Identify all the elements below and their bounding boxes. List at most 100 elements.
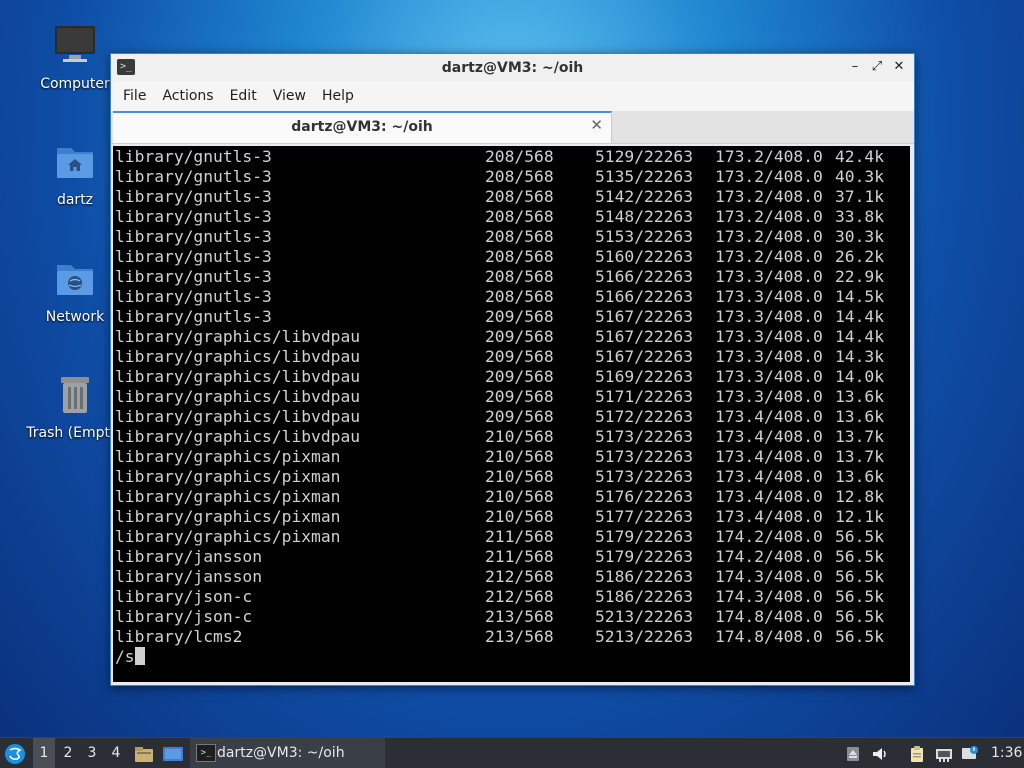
minimize-button[interactable]: –	[846, 58, 864, 76]
trash-icon	[61, 377, 89, 413]
terminal-package-count: 212/568	[485, 567, 554, 586]
terminal-size-progress: 174.2/408.0	[715, 527, 823, 546]
home-folder-icon	[57, 148, 93, 178]
terminal-line: library/jansson 211/568 5179/22263 174.2/40…	[113, 547, 910, 567]
terminal-file-count: 5172/22263	[595, 407, 694, 426]
terminal-speed: 14.3k	[835, 347, 885, 366]
terminal-file-count: 5135/22263	[595, 167, 694, 186]
workspace-1[interactable]: 1	[33, 738, 55, 768]
terminal-line: library/graphics/pixman 210/568 5177/22263…	[113, 507, 910, 527]
terminal-package-count: 209/568	[485, 407, 554, 426]
terminal-size-progress: 173.3/408.0	[715, 267, 823, 286]
terminal-file-count: 5213/22263	[595, 627, 694, 646]
maximize-button[interactable]: ⤢	[868, 58, 886, 76]
taskbar-terminal-button[interactable]: >_ dartz@VM3: ~/oih	[190, 738, 385, 768]
terminal-size-progress: 173.4/408.0	[715, 407, 823, 426]
terminal-package-count: 211/568	[485, 527, 554, 546]
terminal-line: library/graphics/libvdpau 209/568 5167/222…	[113, 347, 910, 367]
terminal-package-name: library/graphics/pixman	[115, 527, 341, 546]
computer-icon	[55, 26, 95, 62]
terminal-line: library/graphics/pixman 210/568 5173/22263…	[113, 447, 910, 467]
terminal-size-progress: 173.3/408.0	[715, 367, 823, 386]
terminal-speed: 26.2k	[835, 247, 885, 266]
terminal-file-count: 5160/22263	[595, 247, 694, 266]
terminal-speed: 42.4k	[835, 147, 885, 166]
menubar: File Actions Edit View Help	[111, 81, 914, 111]
terminal-size-progress: 173.2/408.0	[715, 247, 823, 266]
terminal-file-count: 5171/22263	[595, 387, 694, 406]
terminal-line: library/graphics/libvdpau 209/568 5167/222…	[113, 327, 910, 347]
terminal-package-name: library/graphics/libvdpau	[115, 407, 361, 426]
terminal-file-count: 5173/22263	[595, 447, 694, 466]
terminal-package-name: library/graphics/libvdpau	[115, 367, 361, 386]
terminal-line: library/gnutls-3 208/568 5135/22263 173.2/4…	[113, 167, 910, 187]
terminal-file-count: 5179/22263	[595, 547, 694, 566]
terminal-tab[interactable]: dartz@VM3: ~/oih ✕	[113, 111, 612, 143]
terminal-file-count: 5142/22263	[595, 187, 694, 206]
terminal-line: library/gnutls-3 208/568 5160/22263 173.2/4…	[113, 247, 910, 267]
file-manager-icon[interactable]	[134, 745, 154, 763]
taskbar-task-label: dartz@VM3: ~/oih	[217, 745, 345, 761]
terminal-package-count: 208/568	[485, 147, 554, 166]
terminal-line: library/gnutls-3 208/568 5129/22263 173.2/4…	[113, 147, 910, 167]
terminal-prompt-line[interactable]: /s	[113, 647, 910, 667]
terminal-window[interactable]: >_ dartz@VM3: ~/oih – ⤢ ✕ File Actions E…	[110, 53, 915, 686]
clock[interactable]: 1:36	[991, 738, 1022, 768]
terminal-line: library/json-c 212/568 5186/22263 174.3/408…	[113, 587, 910, 607]
terminal-size-progress: 174.2/408.0	[715, 547, 823, 566]
terminal-speed: 13.7k	[835, 447, 885, 466]
show-desktop-icon[interactable]	[162, 745, 184, 763]
terminal-package-name: library/graphics/libvdpau	[115, 387, 361, 406]
terminal-file-count: 5166/22263	[595, 267, 694, 286]
terminal-speed: 56.5k	[835, 627, 885, 646]
terminal-speed: 56.5k	[835, 527, 885, 546]
terminal-size-progress: 173.2/408.0	[715, 147, 823, 166]
terminal-icon: >_	[196, 744, 216, 762]
terminal-package-name: library/graphics/libvdpau	[115, 427, 361, 446]
terminal-speed: 22.9k	[835, 267, 885, 286]
terminal-package-name: library/json-c	[115, 587, 253, 606]
terminal-package-name: library/gnutls-3	[115, 247, 272, 266]
start-menu-icon[interactable]	[4, 743, 26, 765]
taskbar: 1 2 3 4 >_ dartz@VM3: ~/oih 1:36	[0, 737, 1024, 768]
terminal-output[interactable]: library/gnutls-3 208/568 5129/22263 173.2/4…	[113, 146, 910, 682]
workspace-4[interactable]: 4	[105, 738, 127, 768]
terminal-file-count: 5167/22263	[595, 347, 694, 366]
terminal-package-count: 209/568	[485, 307, 554, 326]
menu-edit[interactable]: Edit	[222, 88, 265, 104]
terminal-package-count: 210/568	[485, 467, 554, 486]
close-button[interactable]: ✕	[890, 58, 908, 76]
terminal-package-name: library/gnutls-3	[115, 267, 272, 286]
terminal-package-name: library/gnutls-3	[115, 207, 272, 226]
terminal-speed: 30.3k	[835, 227, 885, 246]
terminal-file-count: 5177/22263	[595, 507, 694, 526]
terminal-size-progress: 173.2/408.0	[715, 167, 823, 186]
menu-actions[interactable]: Actions	[154, 88, 221, 104]
window-titlebar[interactable]: >_ dartz@VM3: ~/oih – ⤢ ✕	[111, 54, 914, 81]
clipboard-icon[interactable]	[908, 745, 926, 763]
workspace-2[interactable]: 2	[57, 738, 79, 768]
notification-icon[interactable]	[961, 745, 979, 763]
terminal-package-count: 211/568	[485, 547, 554, 566]
menu-view[interactable]: View	[265, 88, 314, 104]
tab-close-icon[interactable]: ✕	[590, 116, 603, 134]
terminal-package-name: library/gnutls-3	[115, 167, 272, 186]
terminal-package-count: 210/568	[485, 507, 554, 526]
menu-file[interactable]: File	[115, 88, 154, 104]
terminal-line: library/graphics/pixman 210/568 5176/22263…	[113, 487, 910, 507]
terminal-file-count: 5173/22263	[595, 427, 694, 446]
terminal-package-name: library/graphics/libvdpau	[115, 327, 361, 346]
menu-help[interactable]: Help	[314, 88, 362, 104]
terminal-size-progress: 173.2/408.0	[715, 207, 823, 226]
terminal-line: library/jansson 212/568 5186/22263 174.3/40…	[113, 567, 910, 587]
network-icon[interactable]	[935, 745, 953, 763]
terminal-file-count: 5129/22263	[595, 147, 694, 166]
terminal-package-count: 208/568	[485, 267, 554, 286]
workspace-3[interactable]: 3	[81, 738, 103, 768]
terminal-speed: 56.5k	[835, 587, 885, 606]
terminal-file-count: 5173/22263	[595, 467, 694, 486]
eject-icon[interactable]	[844, 745, 862, 763]
volume-icon[interactable]	[871, 745, 889, 763]
terminal-size-progress: 173.4/408.0	[715, 487, 823, 506]
terminal-file-count: 5213/22263	[595, 607, 694, 626]
